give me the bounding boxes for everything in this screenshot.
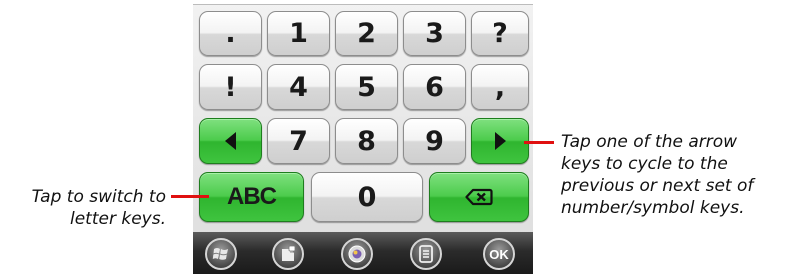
ok-button[interactable]: OK: [483, 238, 515, 270]
prev-set-button[interactable]: [199, 118, 262, 164]
right-callout-line-2: keys to cycle to the: [561, 154, 728, 174]
numeric-keyboard: . 1 2 3 ? ! 4 5 6 , 7 8 9 ABC 0 OK: [193, 0, 533, 274]
key-1[interactable]: 1: [267, 11, 330, 56]
keyboard-top-edge: [193, 0, 533, 5]
notes-button[interactable]: [272, 238, 304, 270]
key-3[interactable]: 3: [403, 11, 466, 56]
key-question[interactable]: ?: [471, 11, 529, 56]
key-7[interactable]: 7: [267, 118, 330, 164]
left-callout-pointer: [171, 195, 209, 198]
right-callout-pointer: [524, 141, 554, 144]
right-callout-line-3: previous or next set of: [561, 176, 754, 196]
left-callout: Tap to switch to letter keys.: [0, 186, 166, 230]
key-9[interactable]: 9: [403, 118, 466, 164]
media-icon: [348, 245, 366, 263]
backspace-icon: [465, 188, 493, 206]
key-period[interactable]: .: [199, 11, 262, 56]
left-callout-line-1: Tap to switch to: [31, 187, 166, 207]
key-exclamation[interactable]: !: [199, 64, 262, 110]
key-2[interactable]: 2: [335, 11, 398, 56]
left-arrow-icon: [224, 132, 236, 150]
right-callout-line-4: number/symbol keys.: [561, 198, 745, 218]
key-4[interactable]: 4: [267, 64, 330, 110]
keyboard-icon: [419, 245, 433, 263]
notes-icon: [282, 245, 296, 261]
letter-keys-button[interactable]: ABC: [199, 172, 304, 222]
start-icon: [212, 248, 228, 260]
start-button[interactable]: [205, 238, 237, 270]
key-8[interactable]: 8: [335, 118, 398, 164]
key-5[interactable]: 5: [335, 64, 398, 110]
left-callout-line-2: letter keys.: [70, 209, 166, 229]
backspace-button[interactable]: [429, 172, 529, 222]
right-callout: Tap one of the arrow keys to cycle to th…: [561, 131, 789, 219]
right-arrow-icon: [495, 132, 506, 150]
keyboard-toggle-button[interactable]: [410, 238, 442, 270]
key-comma[interactable]: ,: [471, 64, 529, 110]
key-0[interactable]: 0: [311, 172, 423, 222]
media-button[interactable]: [341, 238, 373, 270]
ok-label: OK: [489, 246, 509, 262]
next-set-button[interactable]: [471, 118, 529, 164]
key-6[interactable]: 6: [403, 64, 466, 110]
taskbar: OK: [193, 232, 533, 274]
right-callout-line-1: Tap one of the arrow: [561, 132, 738, 152]
